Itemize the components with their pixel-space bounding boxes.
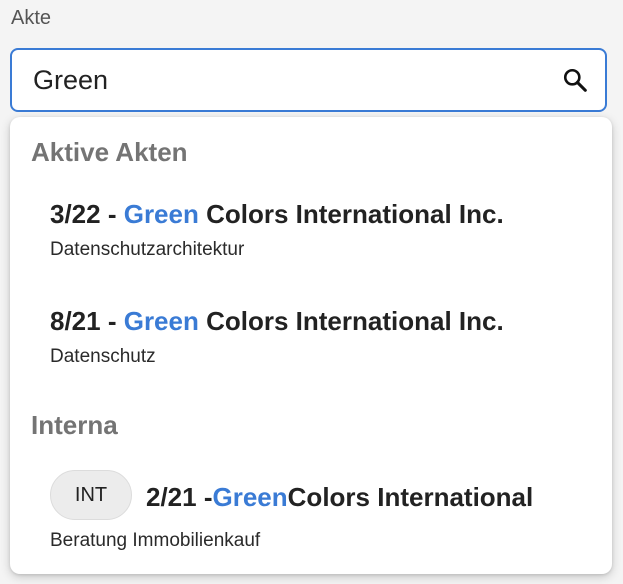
search-field[interactable] bbox=[10, 48, 607, 112]
option-item[interactable]: 3/22 - Green Colors International Inc. D… bbox=[10, 189, 612, 279]
option-item[interactable]: INT 2/21 -GreenColors International Bera… bbox=[10, 462, 612, 562]
option-match-highlight: Green bbox=[123, 306, 199, 336]
group-header-aktive-akten: Aktive Akten bbox=[31, 137, 188, 167]
option-prefix: 3/22 - bbox=[50, 199, 124, 229]
group-header-interna: Interna bbox=[31, 410, 118, 440]
option-subtitle: Datenschutz bbox=[50, 346, 156, 367]
option-suffix: Colors International Inc. bbox=[198, 199, 504, 229]
option-suffix: Colors International bbox=[287, 482, 534, 512]
option-match-highlight: Green bbox=[123, 199, 199, 229]
option-match-highlight: Green bbox=[212, 482, 288, 512]
option-title: 3/22 - Green Colors International Inc. bbox=[50, 199, 504, 230]
autocomplete-dropdown: Aktive Akten 3/22 - Green Colors Interna… bbox=[10, 117, 612, 574]
option-subtitle: Beratung Immobilienkauf bbox=[50, 530, 261, 551]
field-label: Akte bbox=[11, 7, 52, 29]
option-prefix: 2/21 - bbox=[146, 482, 213, 512]
option-title: 2/21 -GreenColors International bbox=[146, 482, 533, 513]
option-suffix: Colors International Inc. bbox=[198, 306, 504, 336]
search-input[interactable] bbox=[12, 50, 545, 110]
option-title: 8/21 - Green Colors International Inc. bbox=[50, 306, 504, 337]
int-badge: INT bbox=[50, 470, 132, 520]
search-icon[interactable] bbox=[545, 50, 605, 110]
option-prefix: 8/21 - bbox=[50, 306, 124, 336]
option-item[interactable]: 8/21 - Green Colors International Inc. D… bbox=[10, 296, 612, 386]
option-subtitle: Datenschutzarchitektur bbox=[50, 239, 245, 260]
